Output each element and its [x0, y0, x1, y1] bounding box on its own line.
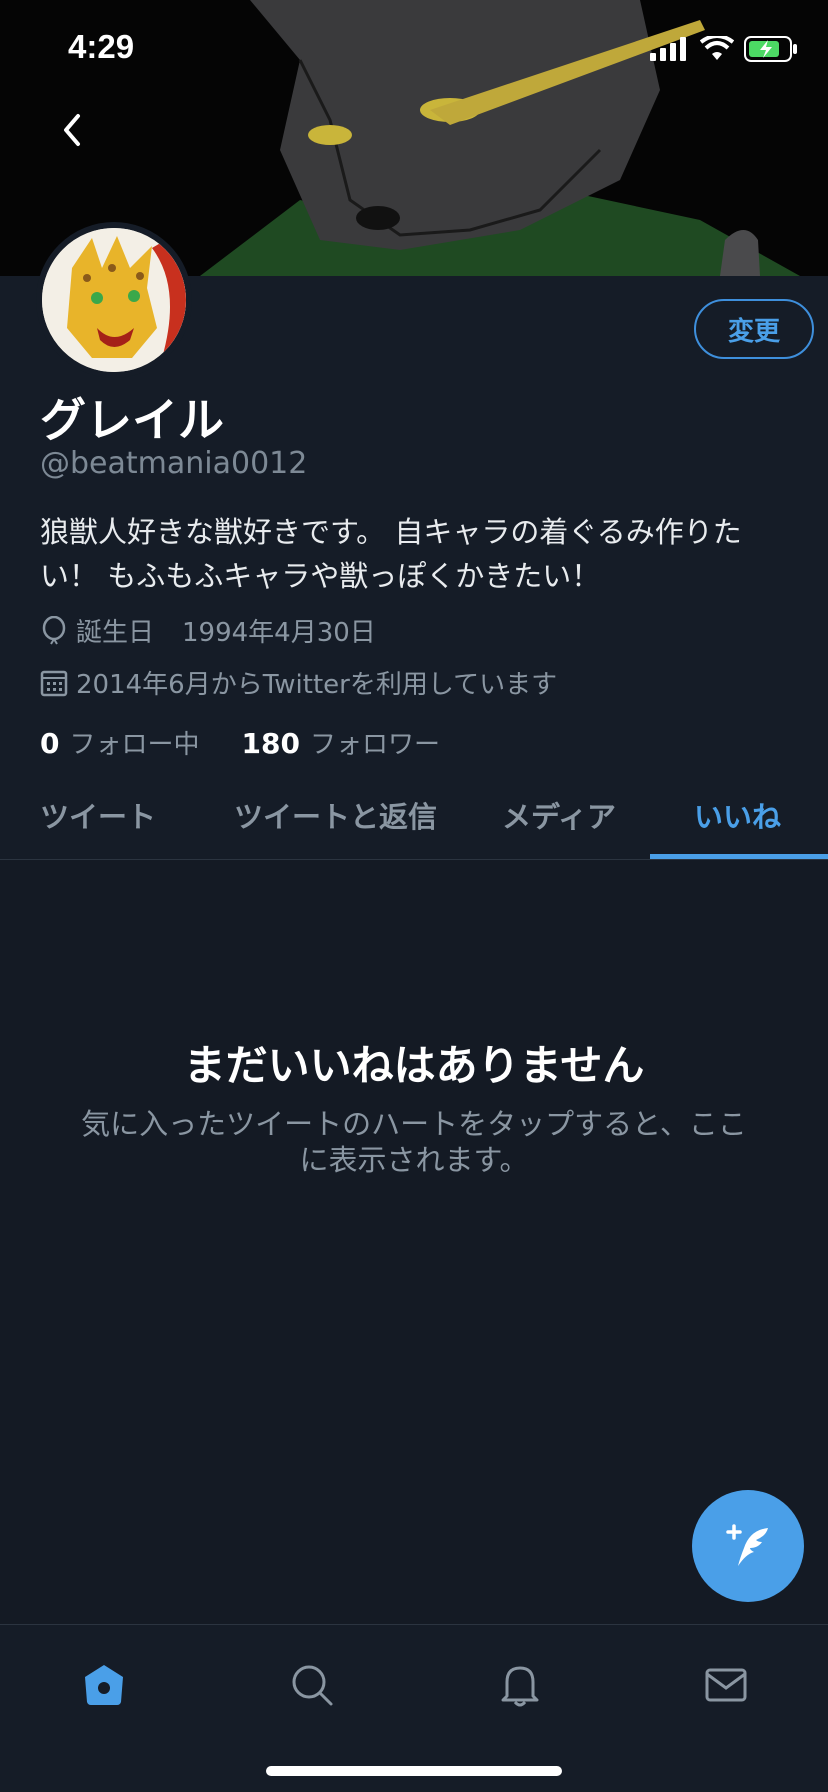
birthday-value: 1994年4月30日 — [182, 618, 376, 648]
status-bar: 4:29 — [0, 0, 828, 100]
status-icons — [650, 36, 798, 62]
birthday-row: 誕生日 1994年4月30日 — [40, 612, 376, 649]
tab-likes[interactable]: いいね — [694, 770, 781, 860]
calendar-icon — [40, 670, 68, 696]
chevron-left-icon — [64, 114, 80, 146]
balloon-icon — [42, 615, 66, 645]
tab-media[interactable]: メディア — [502, 770, 616, 860]
battery-icon — [744, 36, 797, 62]
search-icon — [292, 1665, 333, 1706]
joined-row: 2014年6月からTwitterを利用しています — [40, 664, 557, 701]
status-time: 4:29 — [68, 28, 135, 65]
back-button[interactable] — [50, 108, 94, 152]
avatar[interactable] — [36, 222, 192, 378]
bell-icon — [501, 1666, 539, 1707]
nav-notifications[interactable] — [490, 1655, 550, 1715]
mail-icon — [705, 1668, 747, 1702]
compose-tweet-button[interactable] — [692, 1490, 804, 1602]
avatar-image — [42, 228, 186, 372]
edit-profile-button[interactable]: 変更 — [694, 299, 814, 359]
nav-messages[interactable] — [696, 1655, 756, 1715]
profile-tabs: ツイート ツイートと返信 メディア いいね — [0, 770, 828, 860]
empty-state-title: まだいいねはありません — [183, 1041, 645, 1090]
birthday-label: 誕生日 — [76, 618, 155, 648]
profile-name: グレイル — [40, 393, 224, 447]
home-icon — [85, 1665, 123, 1705]
nav-search[interactable] — [282, 1655, 342, 1715]
empty-state-text: 気に入ったツイートのハートをタップすると、ここに表示されます。 — [81, 1107, 747, 1177]
joined-text: 2014年6月からTwitterを利用しています — [76, 670, 558, 700]
following-label[interactable]: フォロー中 — [69, 724, 199, 761]
active-tab-indicator — [650, 854, 828, 859]
followers-count[interactable]: 180 — [242, 727, 300, 760]
tab-tweets[interactable]: ツイート — [40, 770, 156, 860]
following-count[interactable]: 0 — [40, 727, 59, 760]
signal-icon — [650, 37, 686, 61]
profile-handle: @beatmania0012 — [40, 446, 308, 481]
compose-feather-icon — [726, 1524, 768, 1566]
home-indicator[interactable] — [266, 1766, 562, 1776]
profile-bio: 狼獣人好きな獣好きです。 自キャラの着ぐるみ作りたい！ もふもふキャラや獣っぽく… — [40, 515, 742, 593]
follow-stats: 0 フォロー中 180 フォロワー — [40, 724, 440, 761]
followers-label[interactable]: フォロワー — [310, 724, 440, 761]
tab-tweets-replies[interactable]: ツイートと返信 — [234, 770, 437, 860]
nav-home[interactable] — [74, 1655, 134, 1715]
wifi-icon — [700, 36, 734, 60]
